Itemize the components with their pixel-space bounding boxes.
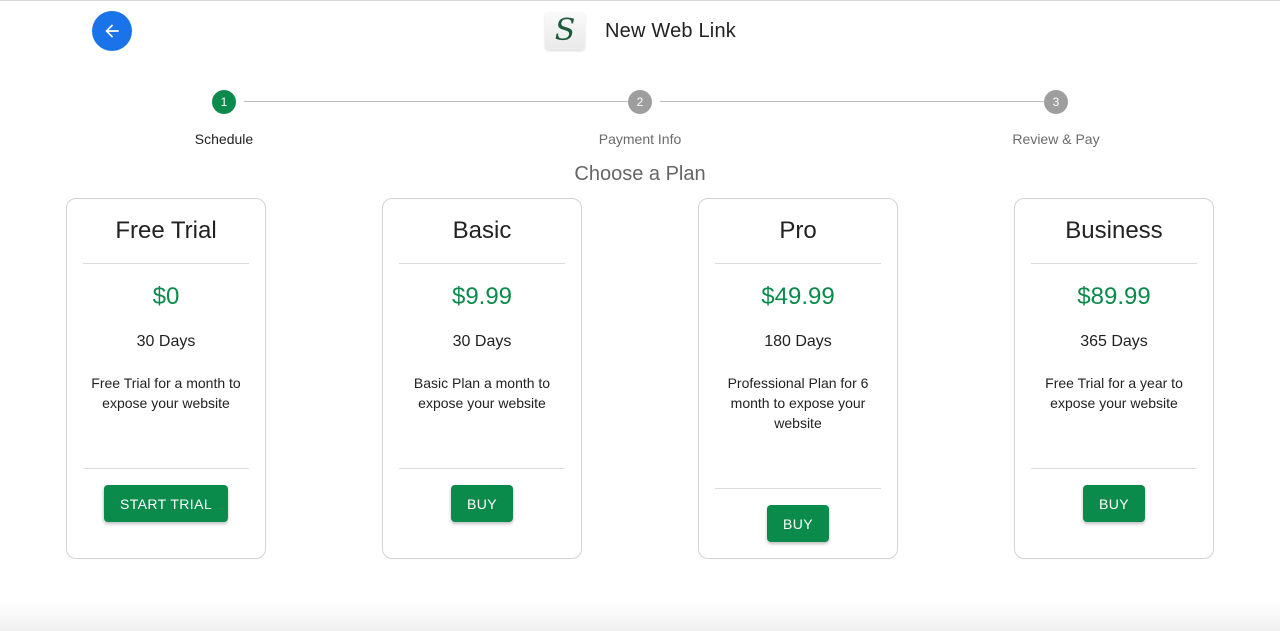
step-payment-info: 2 Payment Info [570, 90, 710, 147]
plan-description: Free Trial for a year to expose your web… [1045, 375, 1183, 411]
plan-divider-bottom [83, 468, 249, 469]
plan-divider-bottom [399, 468, 565, 469]
start-trial-button[interactable]: START TRIAL [103, 485, 229, 522]
step-review-pay: 3 Review & Pay [986, 90, 1126, 147]
plan-description: Free Trial for a month to expose your we… [91, 375, 241, 411]
plan-price: $9.99 [451, 283, 513, 310]
plan-price: $0 [152, 283, 180, 310]
plan-divider-top [1031, 263, 1197, 264]
section-title: Choose a Plan [574, 163, 706, 185]
plan-description: Professional Plan for 6 month to expose … [727, 375, 869, 431]
plan-divider-bottom [1031, 468, 1197, 469]
plan-duration: 30 Days [452, 333, 512, 350]
step-label-schedule: Schedule [194, 131, 254, 147]
plan-price: $49.99 [761, 283, 835, 310]
buy-basic-button[interactable]: BUY [451, 485, 513, 522]
plan-card-pro: Pro $49.99 180 Days Professional Plan fo… [698, 198, 898, 559]
step-label-review-pay: Review & Pay [1012, 131, 1100, 147]
buy-pro-button[interactable]: BUY [767, 505, 829, 542]
page-header: S New Web Link [545, 11, 736, 51]
plan-name: Pro [779, 217, 817, 244]
plan-divider-top [715, 263, 881, 264]
plan-duration: 30 Days [136, 333, 196, 350]
plan-description: Basic Plan a month to expose your websit… [413, 375, 551, 411]
page-title: New Web Link [605, 19, 736, 42]
top-border [0, 0, 1280, 1]
plan-name: Business [1065, 217, 1163, 244]
plan-duration: 180 Days [764, 333, 832, 350]
plan-name: Free Trial [115, 217, 217, 244]
step-schedule: 1 Schedule [154, 90, 294, 147]
arrow-left-icon [105, 24, 119, 38]
step-number-1: 1 [212, 90, 236, 114]
plan-price: $89.99 [1077, 283, 1151, 310]
app-logo: S [545, 12, 585, 50]
checkout-stepper: 1 Schedule 2 Payment Info 3 Review & Pay [0, 90, 1280, 160]
plan-duration: 365 Days [1080, 333, 1148, 350]
step-label-payment-info: Payment Info [598, 131, 682, 147]
plan-divider-bottom [715, 488, 881, 489]
logo-letter: S [554, 13, 576, 48]
step-number-2: 2 [628, 90, 652, 114]
buy-business-button[interactable]: BUY [1083, 485, 1145, 522]
plan-card-basic: Basic $9.99 30 Days Basic Plan a month t… [382, 198, 582, 559]
plan-card-business: Business $89.99 365 Days Free Trial for … [1014, 198, 1214, 559]
plan-card-free-trial: Free Trial $0 30 Days Free Trial for a m… [66, 198, 266, 559]
back-button[interactable] [92, 11, 132, 51]
plan-divider-top [399, 263, 565, 264]
step-number-3: 3 [1044, 90, 1068, 114]
plan-name: Basic [452, 217, 512, 244]
bottom-shadow [0, 601, 1280, 631]
plan-divider-top [83, 263, 249, 264]
